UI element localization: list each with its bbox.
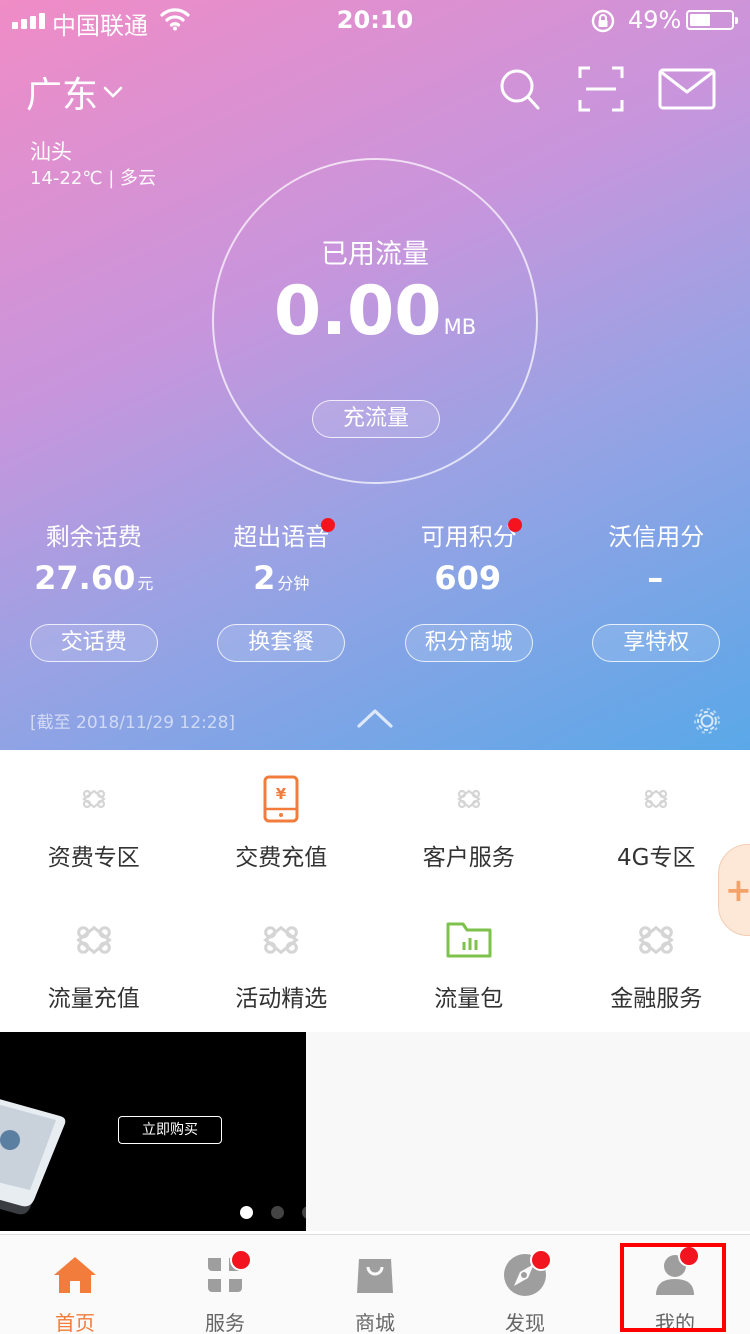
points-mall-button[interactable]: 积分商城: [404, 624, 533, 662]
service-label: 流量充值: [47, 986, 140, 1012]
clover-icon: [150, 1251, 300, 1299]
folder-chart-icon: [375, 915, 563, 965]
service-label: 金融服务: [610, 986, 703, 1012]
notification-dot: [530, 1249, 552, 1271]
service-item-data-recharge[interactable]: 流量充值: [0, 891, 188, 1032]
privileges-button[interactable]: 享特权: [592, 624, 721, 662]
hero-panel: 中国联通 20:10 49% 广东 汕头 14-22℃ | 多云 已用流量 0.…: [0, 0, 750, 750]
carousel-indicator: [240, 1206, 306, 1219]
gear-icon[interactable]: [692, 706, 722, 740]
data-usage-value: 0.00MB: [214, 272, 536, 351]
banner-placeholder: [306, 1032, 750, 1231]
notification-dot: [508, 518, 522, 532]
service-label: 资费专区: [47, 845, 140, 871]
stat-points[interactable]: 可用积分 609 积分商城: [375, 518, 563, 662]
notification-dot: [320, 518, 335, 532]
tab-label: 首页: [55, 1311, 95, 1334]
stat-number: 27.60: [34, 559, 136, 597]
tab-services[interactable]: 服务: [150, 1235, 300, 1334]
stat-label: 剩余话费: [45, 523, 142, 551]
compass-icon: [450, 1251, 600, 1299]
service-item-customer-service[interactable]: 客户服务: [375, 750, 563, 891]
update-timestamp: [截至 2018/11/29 12:28]: [30, 713, 236, 733]
weather-detail: 14-22℃ | 多云: [30, 168, 157, 189]
chevron-down-icon: [103, 86, 123, 98]
user-icon: [600, 1251, 750, 1299]
tab-me[interactable]: 我的: [600, 1235, 750, 1334]
region-label: 广东: [26, 75, 99, 116]
scan-icon[interactable]: [578, 66, 624, 116]
stat-unit: 分钟: [277, 574, 310, 593]
service-label: 流量包: [434, 986, 504, 1012]
stat-number: 609: [434, 559, 502, 597]
tab-mall[interactable]: 商城: [300, 1235, 450, 1334]
stat-label: 超出语音: [233, 523, 330, 551]
floating-add-button[interactable]: +: [718, 844, 750, 936]
service-grid: 资费专区 ¥ 交费充值 客户服务 4G专区 流量充值 活动精选 流量包 金融服务: [0, 750, 750, 1032]
stat-value: –: [563, 558, 750, 598]
unicom-logo-icon: [563, 915, 750, 965]
service-label: 客户服务: [422, 845, 515, 871]
stat-label: 可用积分: [420, 523, 517, 551]
svg-text:¥: ¥: [276, 785, 287, 803]
carousel-dot[interactable]: [240, 1206, 253, 1219]
service-item-activities[interactable]: 活动精选: [188, 891, 376, 1032]
promo-banner[interactable]: 立即购买: [0, 1032, 306, 1231]
service-item-tariff[interactable]: 资费专区: [0, 750, 188, 891]
stat-unit: 元: [137, 574, 154, 593]
stat-label: 沃信用分: [608, 523, 705, 551]
stat-voice[interactable]: 超出语音 2 分钟 换套餐: [188, 518, 376, 662]
buy-now-button[interactable]: 立即购买: [118, 1116, 222, 1144]
phone-recharge-icon: ¥: [188, 774, 376, 824]
change-plan-button[interactable]: 换套餐: [217, 624, 346, 662]
stat-value: 27.60 元: [0, 558, 188, 598]
home-icon: [0, 1251, 150, 1299]
shopping-bag-icon: [300, 1251, 450, 1299]
tab-home[interactable]: 首页: [0, 1235, 150, 1334]
status-bar: 中国联通 20:10 49%: [0, 0, 750, 40]
stat-credit[interactable]: 沃信用分 – 享特权: [563, 520, 750, 662]
data-usage-number: 0.00: [273, 272, 442, 351]
rotation-lock-icon: [590, 8, 616, 38]
stat-value: 609: [375, 558, 563, 598]
unicom-logo-icon: [0, 915, 188, 965]
tab-label: 发现: [505, 1311, 545, 1334]
unicom-logo-icon: [0, 774, 188, 824]
pay-bill-button[interactable]: 交话费: [29, 624, 158, 662]
tab-discover[interactable]: 发现: [450, 1235, 600, 1334]
phone-product-image: [0, 1099, 66, 1215]
plus-icon: +: [725, 871, 750, 909]
notification-dot: [230, 1249, 252, 1271]
notification-dot: [678, 1245, 700, 1267]
data-usage-unit: MB: [443, 315, 477, 339]
unicom-logo-icon: [188, 915, 376, 965]
unicom-logo-icon: [563, 774, 750, 824]
carousel-dot[interactable]: [271, 1206, 284, 1219]
search-icon[interactable]: [498, 66, 542, 118]
bottom-tab-bar: 首页 服务 商城 发现 我的: [0, 1234, 750, 1334]
stat-value: 2 分钟: [188, 558, 376, 598]
tab-label: 我的: [655, 1311, 695, 1334]
region-selector[interactable]: 广东: [26, 66, 124, 118]
battery-icon: [686, 10, 738, 30]
tab-label: 商城: [355, 1311, 395, 1334]
data-usage-title: 已用流量: [321, 239, 429, 270]
stat-number: –: [647, 559, 664, 597]
service-label: 交费充值: [235, 845, 328, 871]
service-label: 活动精选: [235, 986, 328, 1012]
recharge-data-button[interactable]: 充流量: [312, 400, 440, 438]
data-usage-ring: 已用流量 0.00MB 充流量: [212, 158, 538, 484]
chevron-up-icon[interactable]: [356, 706, 394, 734]
stat-balance[interactable]: 剩余话费 27.60 元 交话费: [0, 520, 188, 662]
stat-number: 2: [253, 559, 276, 597]
unicom-logo-icon: [375, 774, 563, 824]
service-item-recharge[interactable]: ¥ 交费充值: [188, 750, 376, 891]
weather-city: 汕头: [30, 140, 72, 164]
account-stats: 剩余话费 27.60 元 交话费 超出语音 2 分钟 换套餐 可用积分 609 积分…: [0, 518, 750, 662]
tab-label: 服务: [205, 1311, 245, 1334]
service-item-data-package[interactable]: 流量包: [375, 891, 563, 1032]
message-icon[interactable]: [658, 66, 716, 116]
battery-percent: 49%: [628, 6, 682, 34]
